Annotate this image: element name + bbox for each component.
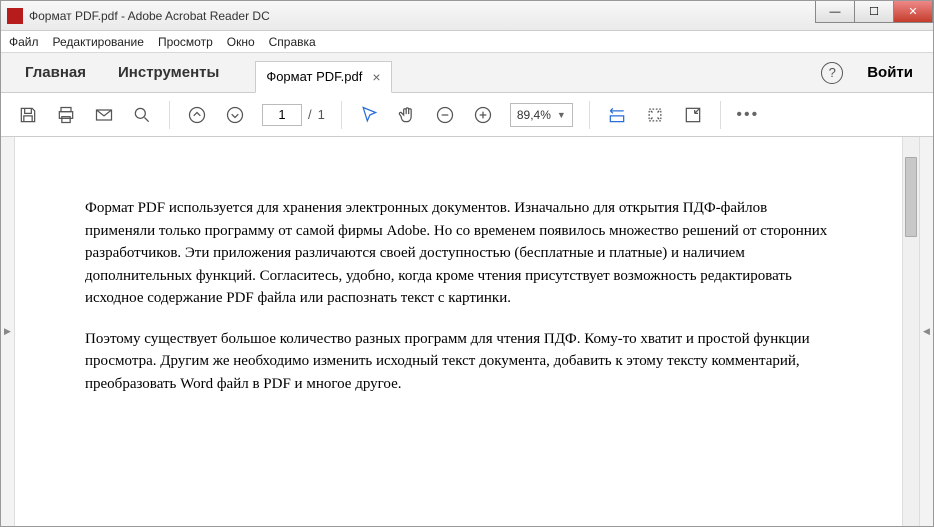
- vertical-scrollbar[interactable]: [902, 137, 919, 526]
- page-current-input[interactable]: [262, 104, 302, 126]
- scrollbar-thumb[interactable]: [905, 157, 917, 237]
- paragraph-1: Формат PDF используется для хранения эле…: [85, 197, 832, 310]
- menu-file[interactable]: Файл: [9, 35, 39, 49]
- toolbar: / 1 89,4% ▼ •••: [1, 93, 933, 137]
- right-panel-toggle[interactable]: ◀: [919, 137, 933, 526]
- print-icon[interactable]: [55, 104, 77, 126]
- page-total: 1: [318, 107, 325, 122]
- content-area: ▶ Формат PDF используется для хранения э…: [1, 137, 933, 526]
- page-down-icon[interactable]: [224, 104, 246, 126]
- page-sep: /: [308, 107, 312, 122]
- tabbar: Главная Инструменты Формат PDF.pdf × ? В…: [1, 53, 933, 93]
- tab-home[interactable]: Главная: [9, 53, 102, 92]
- chevron-left-icon: ◀: [923, 326, 930, 337]
- menubar: Файл Редактирование Просмотр Окно Справк…: [1, 31, 933, 53]
- menu-help[interactable]: Справка: [269, 35, 316, 49]
- zoom-in-icon[interactable]: [472, 104, 494, 126]
- page-indicator: / 1: [262, 104, 325, 126]
- login-button[interactable]: Войти: [855, 64, 925, 81]
- tab-close-icon[interactable]: ×: [372, 69, 380, 85]
- titlebar: Формат PDF.pdf - Adobe Acrobat Reader DC…: [1, 1, 933, 31]
- help-button[interactable]: ?: [821, 62, 843, 84]
- search-icon[interactable]: [131, 104, 153, 126]
- minimize-button[interactable]: —: [815, 1, 855, 23]
- left-panel-toggle[interactable]: ▶: [1, 137, 15, 526]
- menu-window[interactable]: Окно: [227, 35, 255, 49]
- select-tool-icon[interactable]: [358, 104, 380, 126]
- more-tools-icon[interactable]: •••: [737, 104, 759, 126]
- window-title: Формат PDF.pdf - Adobe Acrobat Reader DC: [29, 9, 270, 23]
- fit-page-icon[interactable]: [644, 104, 666, 126]
- fullscreen-icon[interactable]: [682, 104, 704, 126]
- tab-document[interactable]: Формат PDF.pdf ×: [255, 61, 391, 93]
- zoom-out-icon[interactable]: [434, 104, 456, 126]
- zoom-value: 89,4%: [517, 108, 551, 122]
- chevron-down-icon: ▼: [557, 110, 566, 120]
- hand-tool-icon[interactable]: [396, 104, 418, 126]
- menu-edit[interactable]: Редактирование: [53, 35, 144, 49]
- maximize-button[interactable]: ☐: [854, 1, 894, 23]
- zoom-select[interactable]: 89,4% ▼: [510, 103, 573, 127]
- save-icon[interactable]: [17, 104, 39, 126]
- page-up-icon[interactable]: [186, 104, 208, 126]
- tab-tools[interactable]: Инструменты: [102, 53, 235, 92]
- menu-view[interactable]: Просмотр: [158, 35, 213, 49]
- chevron-right-icon: ▶: [4, 326, 11, 337]
- document-viewport[interactable]: Формат PDF используется для хранения эле…: [15, 137, 902, 526]
- close-button[interactable]: ✕: [893, 1, 933, 23]
- app-icon: [7, 8, 23, 24]
- paragraph-2: Поэтому существует большое количество ра…: [85, 328, 832, 396]
- document-page: Формат PDF используется для хранения эле…: [15, 147, 902, 443]
- email-icon[interactable]: [93, 104, 115, 126]
- tab-document-label: Формат PDF.pdf: [266, 69, 362, 84]
- fit-width-icon[interactable]: [606, 104, 628, 126]
- app-window: Формат PDF.pdf - Adobe Acrobat Reader DC…: [0, 0, 934, 527]
